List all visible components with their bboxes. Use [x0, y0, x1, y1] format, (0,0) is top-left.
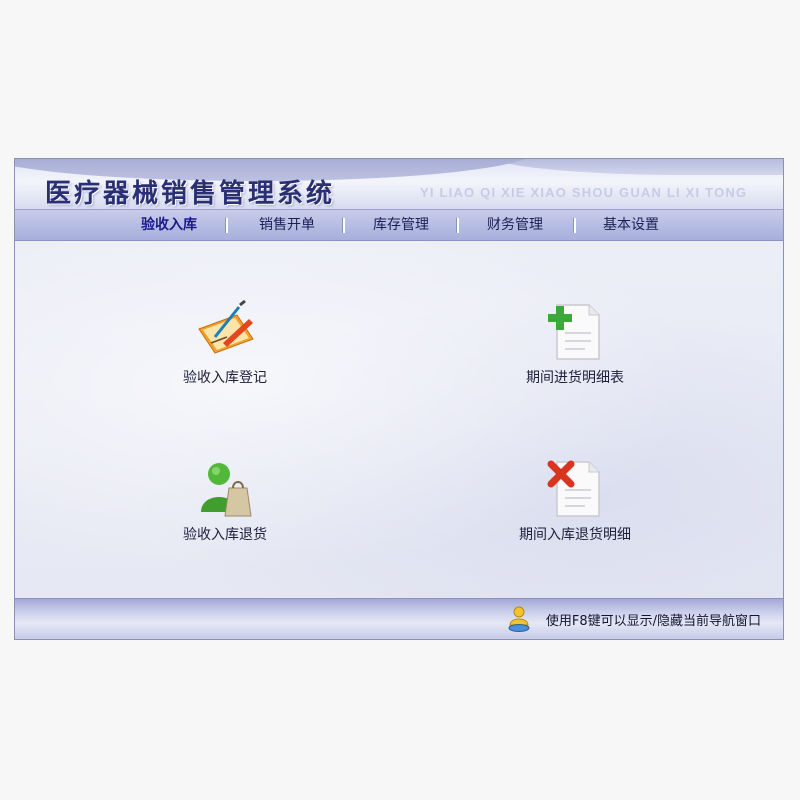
add-document-icon	[543, 299, 607, 363]
tile-acceptance-register[interactable]: 验收入库登记	[125, 299, 325, 387]
nav-divider	[225, 218, 228, 233]
header-decoration-right	[483, 159, 783, 175]
tile-return-detail[interactable]: 期间入库退货明细	[475, 456, 675, 544]
delete-document-icon	[543, 456, 607, 520]
footer-hint: 使用F8键可以显示/隐藏当前导航窗口	[545, 614, 761, 629]
nav-divider	[573, 218, 576, 233]
app-subtitle: YI LIAO QI XIE XIAO SHOU GUAN LI XI TONG	[420, 185, 748, 200]
app-title: 医疗器械销售管理系统	[45, 179, 336, 209]
nav-item-sales[interactable]: 销售开单	[241, 210, 333, 240]
nav-item-settings[interactable]: 基本设置	[585, 210, 677, 240]
app-window: 医疗器械销售管理系统 YI LIAO QI XIE XIAO SHOU GUAN…	[14, 158, 784, 640]
nav-item-acceptance[interactable]: 验收入库	[123, 210, 215, 240]
nav-divider	[342, 218, 345, 233]
edit-document-icon	[193, 299, 257, 363]
nav-divider	[456, 218, 459, 233]
header-banner: 医疗器械销售管理系统 YI LIAO QI XIE XIAO SHOU GUAN…	[15, 159, 783, 209]
user-return-bag-icon	[193, 456, 257, 520]
status-footer: 使用F8键可以显示/隐藏当前导航窗口	[15, 598, 783, 639]
tile-label: 期间入库退货明细	[519, 527, 631, 543]
tile-label: 验收入库退货	[183, 527, 267, 543]
tile-label: 期间进货明细表	[526, 370, 624, 386]
user-info-icon	[507, 605, 531, 633]
tile-purchase-detail[interactable]: 期间进货明细表	[475, 299, 675, 387]
nav-item-inventory[interactable]: 库存管理	[355, 210, 447, 240]
nav-item-finance[interactable]: 财务管理	[469, 210, 561, 240]
tile-acceptance-return[interactable]: 验收入库退货	[125, 456, 325, 544]
content-area: 验收入库登记 期间进货明细表 验收入库退货 期间入库退货明细	[15, 241, 783, 601]
tile-label: 验收入库登记	[183, 370, 267, 386]
main-nav: 验收入库 销售开单 库存管理 财务管理 基本设置	[15, 209, 783, 241]
